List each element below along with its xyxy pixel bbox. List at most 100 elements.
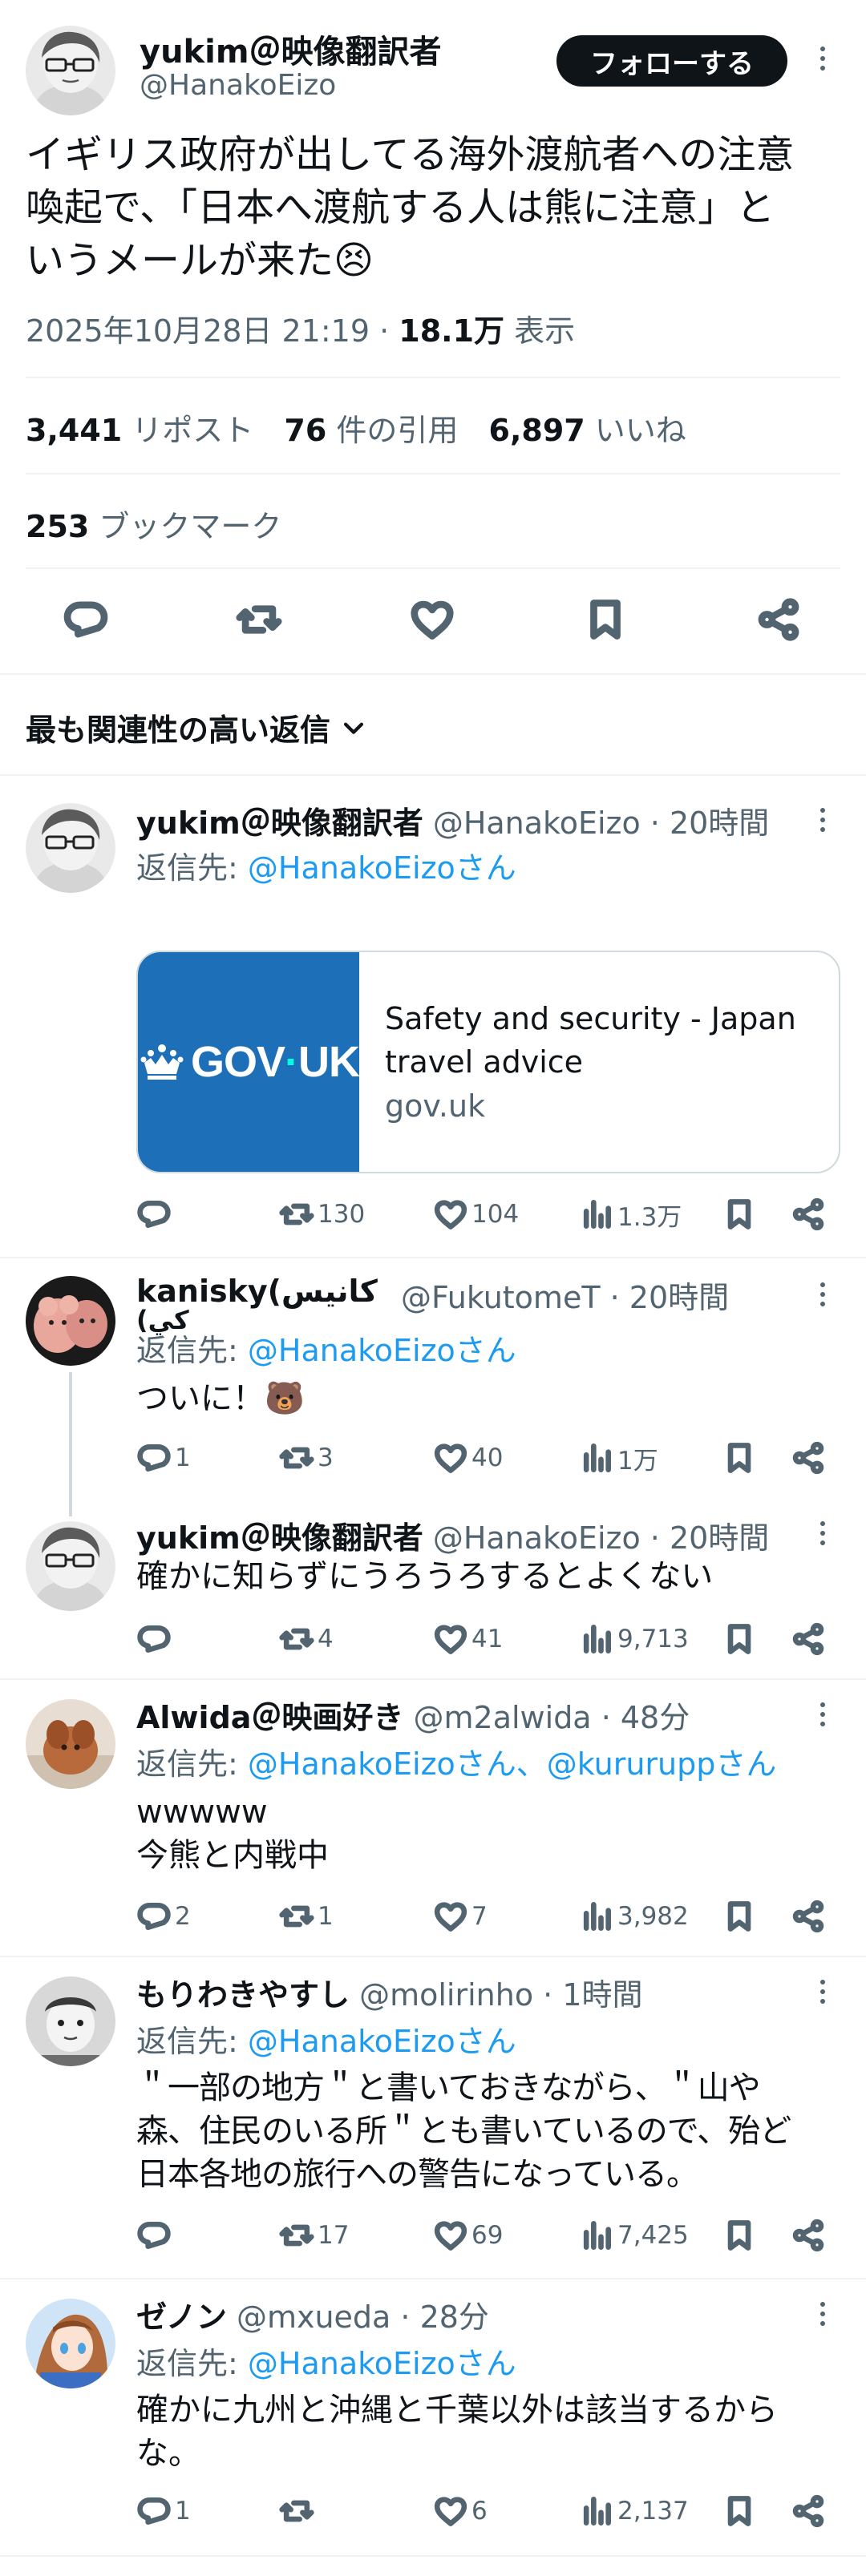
like-button[interactable]: 40	[433, 1438, 503, 1478]
reply-to-link[interactable]: @HanakoEizoさん	[248, 1333, 516, 1368]
more-options-icon[interactable]	[807, 803, 839, 842]
reply-author-handle[interactable]: @FukutomeT	[401, 1280, 601, 1315]
share-icon[interactable]	[755, 596, 802, 643]
reply-button[interactable]	[136, 2215, 175, 2255]
reply-author-name[interactable]: Alwida＠映画好き	[136, 1700, 403, 1735]
bookmark-button[interactable]	[722, 1438, 757, 1478]
share-button[interactable]	[791, 2491, 826, 2531]
like-icon[interactable]	[409, 596, 455, 643]
reply-to-link[interactable]: @HanakoEizoさん	[248, 2024, 516, 2059]
views-button[interactable]: 2,137	[579, 2491, 689, 2531]
quotes-stat[interactable]: 76 件の引用	[284, 413, 458, 448]
reply-button[interactable]	[136, 1194, 175, 1234]
bookmark-button[interactable]	[722, 1194, 757, 1234]
reply-author-name[interactable]: ゼノン	[136, 2299, 227, 2335]
like-button[interactable]: 6	[433, 2491, 488, 2531]
like-button[interactable]: 7	[433, 1896, 488, 1936]
reply-icon	[136, 2218, 172, 2253]
avatar[interactable]	[26, 1521, 115, 1611]
like-button[interactable]: 69	[433, 2215, 503, 2255]
avatar[interactable]	[26, 2299, 115, 2388]
share-button[interactable]	[791, 1896, 826, 1936]
reply-to-link[interactable]: @HanakoEizoさん	[248, 850, 516, 886]
views-count: 18.1万	[399, 313, 505, 349]
reply-author-name[interactable]: yukim＠映像翻訳者	[136, 1520, 423, 1556]
reply-button[interactable]: 2	[136, 1896, 191, 1936]
more-options-icon[interactable]	[807, 1278, 839, 1316]
repost-button[interactable]: 130	[279, 1194, 365, 1234]
like-button[interactable]: 41	[433, 1619, 503, 1659]
author-name[interactable]: yukim＠映像翻訳者	[140, 26, 442, 72]
reply-button[interactable]: 1	[136, 2491, 191, 2531]
reply-button[interactable]	[136, 1619, 175, 1659]
link-card[interactable]: GOV·UK Safety and security - Japan trave…	[136, 951, 840, 1173]
likes-stat[interactable]: 6,897 いいね	[489, 413, 686, 448]
reply-author-handle[interactable]: @HanakoEizo	[433, 1520, 641, 1556]
more-options-icon[interactable]	[807, 1975, 839, 2013]
views-button[interactable]: 3,982	[579, 1896, 689, 1936]
repost-button[interactable]: 1	[279, 1896, 334, 1936]
views-button[interactable]: 7,425	[579, 2215, 689, 2255]
share-button[interactable]	[791, 2215, 826, 2255]
reply-author-handle[interactable]: @m2alwida	[414, 1700, 592, 1735]
reply-sort-selector[interactable]: 最も関連性の高い返信	[26, 705, 367, 749]
reply-time[interactable]: · 28分	[391, 2299, 489, 2335]
reply-time[interactable]: · 1時間	[533, 1977, 642, 2013]
reposts-stat[interactable]: 3,441 リポスト	[26, 413, 253, 448]
reply-author-name[interactable]: yukim＠映像翻訳者	[136, 806, 423, 841]
repost-icon[interactable]	[236, 596, 282, 643]
reply-time[interactable]: · 20時間	[641, 1520, 770, 1556]
engagement-stats: 3,441 リポスト 76 件の引用 6,897 いいね	[26, 406, 686, 450]
more-options-icon[interactable]	[807, 42, 839, 80]
repost-button[interactable]	[279, 2491, 318, 2531]
reply-time[interactable]: · 20時間	[601, 1280, 730, 1315]
views-button[interactable]: 1.3万	[579, 1194, 682, 1234]
bookmarks-stat[interactable]: 253 ブックマーク	[26, 502, 281, 546]
author-handle[interactable]: @HanakoEizo	[140, 69, 336, 102]
avatar[interactable]	[26, 803, 115, 893]
repost-button[interactable]: 3	[279, 1438, 334, 1478]
reply-to-line: 返信先: @HanakoEizoさん	[136, 850, 516, 886]
reply-author-name[interactable]: もりわきやすし	[136, 1977, 350, 2013]
like-button[interactable]: 104	[433, 1194, 519, 1234]
avatar[interactable]	[26, 1699, 115, 1789]
reply-icon[interactable]	[63, 596, 109, 643]
avatar[interactable]	[26, 1276, 115, 1366]
reply-time[interactable]: · 48分	[592, 1700, 690, 1735]
more-options-icon[interactable]	[807, 1516, 839, 1555]
reply-header: kanisky(كانيس كي) @FukutomeT · 20時間	[136, 1257, 794, 1334]
reply-button[interactable]: 1	[136, 1438, 191, 1478]
tweet-timestamp[interactable]: 2025年10月28日 21:19 ·	[26, 313, 399, 349]
share-button[interactable]	[791, 1438, 826, 1478]
repost-button[interactable]: 4	[279, 1619, 334, 1659]
more-options-icon[interactable]	[807, 2297, 839, 2336]
bookmark-button[interactable]	[722, 1896, 757, 1936]
reply-author-handle[interactable]: @HanakoEizo	[433, 806, 641, 841]
views-button[interactable]: 1万	[579, 1438, 658, 1478]
reply-time[interactable]: · 20時間	[641, 806, 770, 841]
reply-author-handle[interactable]: @mxueda	[237, 2299, 391, 2335]
share-icon	[791, 1899, 826, 1934]
views-icon	[579, 2493, 614, 2529]
bookmark-button[interactable]	[722, 2491, 757, 2531]
share-button[interactable]	[791, 1194, 826, 1234]
more-options-icon[interactable]	[807, 1698, 839, 1736]
repost-button[interactable]: 17	[279, 2215, 349, 2255]
reply-to-link[interactable]: @HanakoEizoさん、@kururuppさん	[248, 1746, 776, 1782]
share-button[interactable]	[791, 1619, 826, 1659]
reply-author-handle[interactable]: @molirinho	[359, 1977, 533, 2013]
reply-author-name[interactable]: kanisky(كانيس كي)	[136, 1273, 385, 1333]
bookmark-button[interactable]	[722, 2215, 757, 2255]
author-avatar[interactable]	[26, 26, 115, 115]
avatar[interactable]	[26, 1976, 115, 2066]
follow-button[interactable]: フォローする	[556, 35, 787, 87]
bookmark-icon	[722, 1621, 757, 1657]
bear-emoji: 🐻	[265, 1380, 305, 1417]
avatar-image	[26, 803, 115, 893]
reply-to-link[interactable]: @HanakoEizoさん	[248, 2346, 516, 2381]
bookmark-icon[interactable]	[582, 596, 629, 643]
tweet-text-line: いうメールが来た😣	[26, 238, 374, 283]
bookmark-button[interactable]	[722, 1619, 757, 1659]
link-card-thumbnail: GOV·UK	[138, 952, 360, 1172]
views-button[interactable]: 9,713	[579, 1619, 689, 1659]
